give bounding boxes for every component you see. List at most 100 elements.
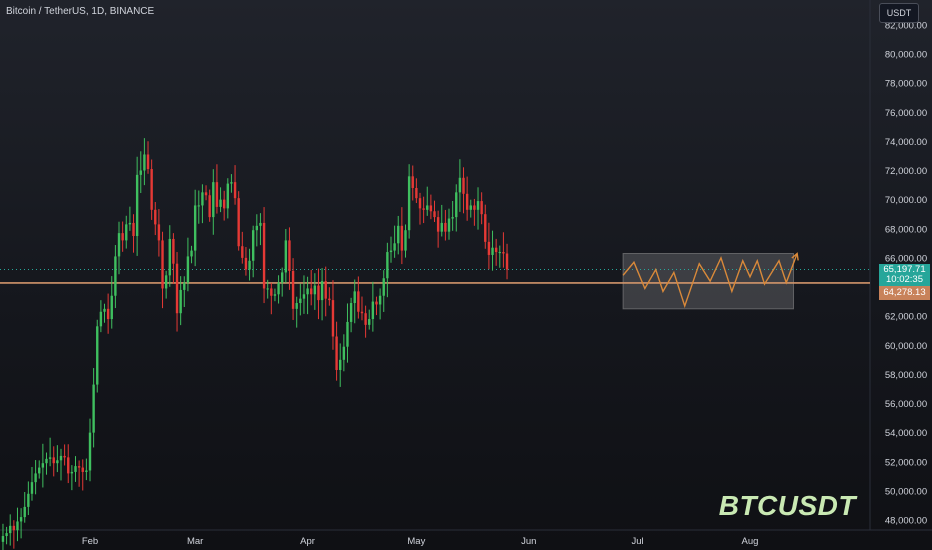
candle-body xyxy=(364,313,367,325)
candle-body xyxy=(295,303,298,309)
candle-body xyxy=(63,455,66,458)
candle-body xyxy=(288,240,291,271)
candle-body xyxy=(197,205,200,207)
candle-body xyxy=(360,311,364,314)
x-tick-label: Jul xyxy=(632,536,644,547)
candle-body xyxy=(190,250,193,257)
y-tick-label: 60,000.00 xyxy=(885,341,927,352)
candle-body xyxy=(135,174,139,237)
candle-body xyxy=(320,281,324,301)
candle-body xyxy=(16,521,19,531)
candle-body xyxy=(280,272,284,283)
candle-body xyxy=(201,192,204,206)
candle-body xyxy=(110,295,113,320)
candle-body xyxy=(284,240,288,273)
candle-body xyxy=(59,455,63,461)
candle-body xyxy=(324,281,327,299)
candle-body xyxy=(204,192,208,196)
candle-body xyxy=(313,285,317,295)
candle-body xyxy=(418,198,422,209)
candle-body xyxy=(270,288,273,296)
symbol-title[interactable]: Bitcoin / TetherUS, 1D, BINANCE xyxy=(6,6,154,17)
candle-body xyxy=(161,240,164,289)
candle-body xyxy=(429,205,433,212)
candle-body xyxy=(353,291,356,304)
candle-body xyxy=(259,222,262,226)
candle-body xyxy=(70,471,74,474)
x-tick-label: May xyxy=(407,536,425,547)
candle-body xyxy=(455,192,458,218)
candle-body xyxy=(458,177,462,193)
candle-body xyxy=(23,506,26,518)
candle-body xyxy=(291,270,295,309)
candle-body xyxy=(371,301,375,320)
candle-body xyxy=(451,217,454,219)
candle-body xyxy=(92,384,95,433)
y-tick-label: 50,000.00 xyxy=(885,486,927,497)
candle-body xyxy=(81,467,84,472)
candle-body xyxy=(45,458,48,464)
candle-body xyxy=(255,225,259,231)
candle-body xyxy=(230,182,233,184)
candle-body xyxy=(306,288,309,295)
y-tick-label: 52,000.00 xyxy=(885,457,927,468)
candle-body xyxy=(19,517,23,522)
candle-body xyxy=(444,222,447,232)
candle-body xyxy=(277,282,280,295)
candle-body xyxy=(302,294,306,299)
candle-body xyxy=(502,252,505,254)
candle-body xyxy=(404,230,407,251)
candle-body xyxy=(411,176,414,188)
candle-body xyxy=(335,336,338,371)
price-chart[interactable]: 48,000.00 50,000.00 52,000.00 54,000.00 56,0… xyxy=(0,0,932,550)
candle-body xyxy=(368,319,371,325)
x-tick-label: Feb xyxy=(82,536,98,547)
x-tick-label: Mar xyxy=(187,536,203,547)
candle-body xyxy=(85,470,88,472)
candle-body xyxy=(96,326,99,385)
currency-button[interactable]: USDT xyxy=(879,3,919,23)
candle-body xyxy=(375,301,378,305)
candle-body xyxy=(208,195,211,218)
candle-body xyxy=(172,238,175,264)
candle-body xyxy=(328,298,331,301)
y-tick-label: 48,000.00 xyxy=(885,516,927,527)
y-tick-label: 66,000.00 xyxy=(885,253,927,264)
x-tick-label: Apr xyxy=(300,536,315,547)
candle-body xyxy=(473,205,476,210)
candle-body xyxy=(222,199,226,209)
candle-body xyxy=(426,205,429,210)
candle-body xyxy=(266,288,269,290)
candle-body xyxy=(331,300,335,337)
candle-body xyxy=(48,457,52,459)
candle-body xyxy=(219,199,222,207)
candle-body xyxy=(27,493,30,507)
candle-body xyxy=(150,169,153,210)
candle-body xyxy=(237,198,240,247)
level-price-tag: 64,278.13 xyxy=(879,286,930,300)
candle-body xyxy=(386,252,389,279)
y-tick-label: 56,000.00 xyxy=(885,399,927,410)
candle-body xyxy=(183,282,186,290)
x-tick-label: Aug xyxy=(742,536,759,547)
candle-body xyxy=(273,294,277,296)
candle-body xyxy=(34,473,37,483)
y-tick-label: 54,000.00 xyxy=(885,428,927,439)
candle-body xyxy=(212,182,215,218)
candle-body xyxy=(422,208,425,210)
candle-body xyxy=(378,295,382,305)
y-tick-label: 74,000.00 xyxy=(885,137,927,148)
candle-body xyxy=(154,209,157,225)
y-tick-label: 76,000.00 xyxy=(885,108,927,119)
candle-body xyxy=(469,205,472,210)
candle-body xyxy=(440,222,443,232)
candle-body xyxy=(397,225,400,244)
candle-body xyxy=(498,252,501,254)
candle-body xyxy=(168,238,171,276)
symbol-watermark: BTCUSDT xyxy=(718,490,856,521)
candle-body xyxy=(164,275,168,289)
candle-body xyxy=(393,243,396,251)
candle-body xyxy=(346,321,349,347)
candle-body xyxy=(491,247,494,255)
candle-body xyxy=(139,170,142,175)
